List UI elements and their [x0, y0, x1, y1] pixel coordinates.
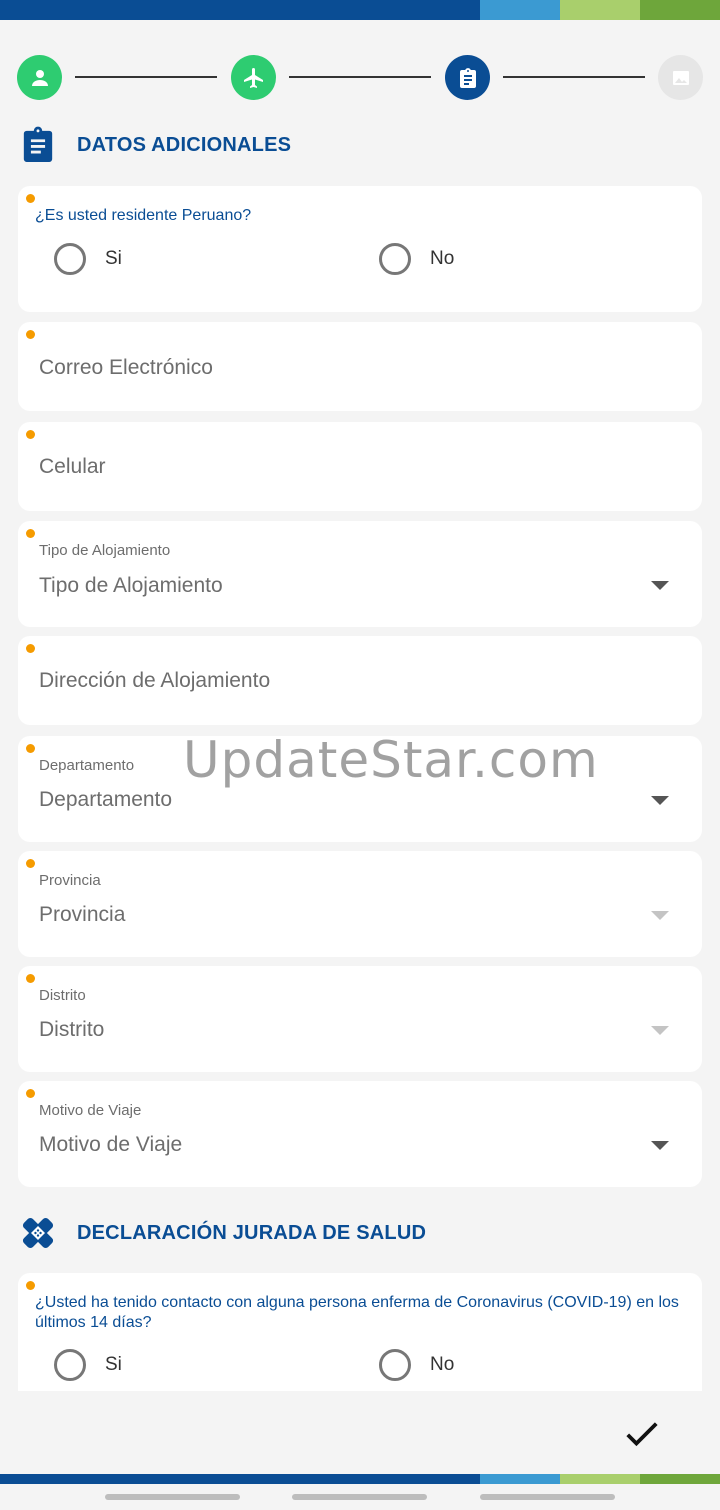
bandage-icon: [20, 1214, 56, 1252]
dropdown-arrow-icon: [651, 911, 669, 920]
dropdown-arrow-icon: [651, 581, 669, 590]
lodging-address-field[interactable]: Dirección de Alojamiento: [18, 636, 702, 725]
checkmark-icon: [626, 1422, 658, 1447]
email-field[interactable]: Correo Electrónico: [18, 322, 702, 411]
covid-contact-question-card: ¿Usted ha tenido contacto con alguna per…: [18, 1273, 702, 1391]
step-2-flight[interactable]: [231, 55, 276, 100]
question-text: ¿Usted ha tenido contacto con alguna per…: [35, 1294, 679, 1331]
step-4-photo[interactable]: [658, 55, 703, 100]
step-1-personal[interactable]: [17, 55, 62, 100]
submit-check-button[interactable]: [622, 1414, 662, 1454]
clipboard-icon: [20, 126, 56, 164]
step-connector: [75, 76, 217, 78]
dropdown-arrow-icon: [651, 796, 669, 805]
step-connector: [289, 76, 431, 78]
field-label: Motivo de Viaje: [39, 1102, 142, 1119]
field-label: Departamento: [39, 757, 135, 774]
person-icon: [31, 69, 48, 86]
nav-bar-button[interactable]: [480, 1494, 615, 1500]
email-placeholder: Correo Electrónico: [39, 356, 213, 379]
clipboard-icon: [459, 67, 476, 88]
required-indicator: [26, 1089, 35, 1098]
required-indicator: [26, 330, 35, 339]
required-indicator: [26, 974, 35, 983]
top-color-stripe: [0, 0, 720, 20]
required-indicator: [26, 529, 35, 538]
radio-option-no[interactable]: No: [379, 243, 454, 275]
required-indicator: [26, 194, 35, 203]
section-header-datos: DATOS ADICIONALES: [20, 126, 291, 164]
radio-option-si[interactable]: Si: [54, 1349, 122, 1381]
radio-button[interactable]: [379, 243, 411, 275]
select-value: Distrito: [39, 1018, 105, 1041]
step-3-additional-data[interactable]: [445, 55, 490, 100]
image-icon: [672, 70, 689, 85]
phone-placeholder: Celular: [39, 455, 106, 478]
radio-option-si[interactable]: Si: [54, 243, 122, 275]
address-placeholder: Dirección de Alojamiento: [39, 669, 271, 692]
radio-label: Si: [105, 248, 122, 269]
travel-reason-select[interactable]: Motivo de Viaje Motivo de Viaje: [18, 1081, 702, 1187]
radio-button[interactable]: [54, 243, 86, 275]
question-text: ¿Es usted residente Peruano?: [35, 207, 252, 224]
field-label: Distrito: [39, 987, 86, 1004]
select-value: Departamento: [39, 788, 173, 811]
nav-bar-button[interactable]: [105, 1494, 240, 1500]
required-indicator: [26, 859, 35, 868]
resident-question-card: ¿Es usted residente Peruano? Si No: [18, 186, 702, 312]
watermark-text: UpdateStar.com: [183, 731, 599, 789]
field-label: Tipo de Alojamiento: [39, 542, 171, 559]
field-label: Provincia: [39, 872, 101, 889]
select-value: Motivo de Viaje: [39, 1133, 183, 1156]
airplane-icon: [243, 67, 263, 88]
select-value: Tipo de Alojamiento: [39, 574, 223, 597]
step-connector: [503, 76, 645, 78]
section-title: DECLARACIÓN JURADA DE SALUD: [77, 1221, 427, 1244]
dropdown-arrow-icon: [651, 1026, 669, 1035]
province-select[interactable]: Provincia Provincia: [18, 851, 702, 957]
radio-label: Si: [105, 1354, 122, 1375]
dropdown-arrow-icon: [651, 1141, 669, 1150]
select-value: Provincia: [39, 903, 126, 926]
section-title: DATOS ADICIONALES: [77, 133, 292, 156]
radio-label: No: [430, 248, 455, 269]
district-select[interactable]: Distrito Distrito: [18, 966, 702, 1072]
bottom-color-stripe: [0, 1474, 720, 1484]
required-indicator: [26, 430, 35, 439]
phone-field[interactable]: Celular: [18, 422, 702, 511]
section-header-salud: DECLARACIÓN JURADA DE SALUD: [20, 1214, 426, 1252]
required-indicator: [26, 1281, 35, 1290]
nav-bar-button[interactable]: [292, 1494, 427, 1500]
radio-button[interactable]: [54, 1349, 86, 1381]
lodging-type-select[interactable]: Tipo de Alojamiento Tipo de Alojamiento: [18, 521, 702, 627]
radio-option-no[interactable]: No: [379, 1349, 454, 1381]
radio-label: No: [430, 1354, 455, 1375]
required-indicator: [26, 744, 35, 753]
required-indicator: [26, 644, 35, 653]
progress-stepper: [17, 55, 703, 100]
radio-button[interactable]: [379, 1349, 411, 1381]
